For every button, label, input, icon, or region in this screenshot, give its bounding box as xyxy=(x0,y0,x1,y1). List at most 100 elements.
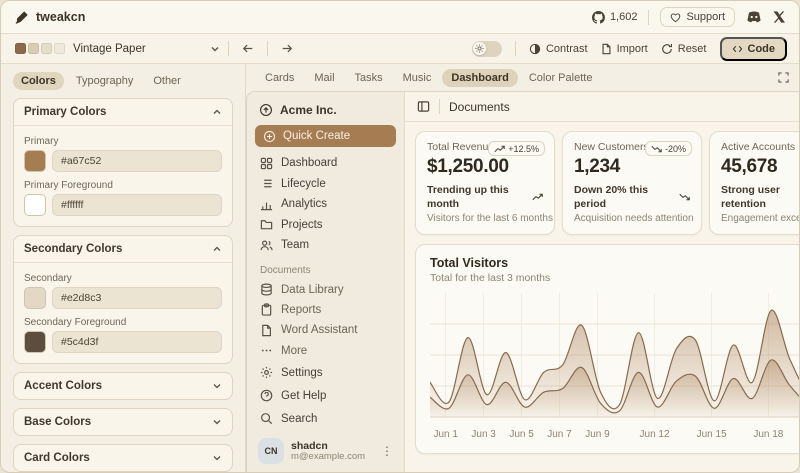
top-bar: tweakcn 1,602 Support xyxy=(1,1,799,34)
discord-icon[interactable] xyxy=(746,11,762,23)
tab-tasks[interactable]: Tasks xyxy=(346,69,392,87)
section-accent-colors: Accent Colors xyxy=(13,372,233,400)
github-stars[interactable]: 1,602 xyxy=(592,11,638,24)
svg-text:Jun 18: Jun 18 xyxy=(753,429,783,440)
sidebar-item-settings[interactable]: Settings xyxy=(255,361,396,384)
tab-mail[interactable]: Mail xyxy=(305,69,343,87)
import-button[interactable]: Import xyxy=(601,43,648,55)
chart-title: Total Visitors xyxy=(430,256,799,270)
color-swatch[interactable] xyxy=(24,287,46,309)
svg-text:Jun 3: Jun 3 xyxy=(471,429,496,440)
undo-arrow-button[interactable] xyxy=(237,39,259,59)
support-button[interactable]: Support xyxy=(660,7,735,27)
section-header[interactable]: Card Colors xyxy=(14,445,232,471)
divider xyxy=(439,99,440,114)
reset-button[interactable]: Reset xyxy=(661,43,707,55)
kebab-menu-icon[interactable]: ⋮ xyxy=(381,444,393,458)
section-header[interactable]: Base Colors xyxy=(14,409,232,435)
theme-selector[interactable]: Vintage Paper xyxy=(73,43,146,55)
total-visitors-card: Total Visitors Total for the last 3 mont… xyxy=(415,244,799,454)
stat-value: $1,250.00 xyxy=(427,156,543,178)
chevron-down-icon xyxy=(212,417,222,427)
stat-card-total-revenue: Total Revenue +12.5% $1,250.00 Trending … xyxy=(415,131,555,235)
tab-cards[interactable]: Cards xyxy=(256,69,303,87)
redo-arrow-button[interactable] xyxy=(276,39,298,59)
color-hex-input[interactable] xyxy=(52,287,222,309)
sidebar-item-reports[interactable]: Reports xyxy=(255,300,396,320)
color-hex-input[interactable] xyxy=(52,194,222,216)
sidebar-item-get-help[interactable]: Get Help xyxy=(255,384,396,407)
chart-subtitle: Total for the last 3 months xyxy=(430,272,799,284)
field-label: Primary xyxy=(24,136,222,147)
github-star-count: 1,602 xyxy=(610,11,638,23)
documents-section-label: Documents xyxy=(255,265,396,276)
tab-other[interactable]: Other xyxy=(145,72,189,90)
app-title: tweakcn xyxy=(36,10,85,24)
color-swatch[interactable] xyxy=(24,194,46,216)
code-icon xyxy=(732,44,743,54)
divider xyxy=(228,41,229,56)
contrast-icon xyxy=(529,43,541,55)
sidebar-item-lifecycle[interactable]: Lifecycle xyxy=(255,174,396,194)
svg-text:Jun 12: Jun 12 xyxy=(640,429,670,440)
clipboard-icon xyxy=(260,303,273,316)
sidebar-item-projects[interactable]: Projects xyxy=(255,214,396,234)
contrast-button[interactable]: Contrast xyxy=(529,43,588,55)
ellipsis-icon xyxy=(260,344,273,357)
help-circle-icon xyxy=(260,389,273,402)
user-email: m@example.com xyxy=(291,452,374,463)
brand[interactable]: tweakcn xyxy=(15,10,85,24)
sidebar-item-data-library[interactable]: Data Library xyxy=(255,279,396,299)
tab-colors[interactable]: Colors xyxy=(13,72,64,90)
tab-color-palette[interactable]: Color Palette xyxy=(520,69,602,87)
section-header[interactable]: Primary Colors xyxy=(14,99,232,125)
section-secondary-colors: Secondary Colors Secondary Secondary For… xyxy=(13,235,233,364)
folder-icon xyxy=(260,218,273,231)
database-icon xyxy=(260,283,273,296)
section-header[interactable]: Secondary Colors xyxy=(14,236,232,262)
field-label: Primary Foreground xyxy=(24,180,222,191)
chevron-down-icon[interactable] xyxy=(210,44,220,54)
code-button[interactable]: Code xyxy=(720,37,788,61)
user-menu[interactable]: CN shadcn m@example.com ⋮ xyxy=(255,434,396,464)
tab-music[interactable]: Music xyxy=(394,69,441,87)
svg-text:Jun 15: Jun 15 xyxy=(697,429,727,440)
editor-tabs: Colors Typography Other xyxy=(13,72,233,90)
trend-badge: -20% xyxy=(645,141,692,156)
section-header[interactable]: Accent Colors xyxy=(14,373,232,399)
fullscreen-icon[interactable] xyxy=(778,72,789,83)
section-card-colors: Card Colors xyxy=(13,444,233,472)
field-label: Secondary xyxy=(24,273,222,284)
color-hex-input[interactable] xyxy=(52,150,222,172)
arrow-up-circle-icon xyxy=(259,103,273,117)
theme-swatch-2 xyxy=(28,43,39,54)
tab-typography[interactable]: Typography xyxy=(68,72,141,90)
github-icon xyxy=(592,11,605,24)
total-visitors-chart[interactable]: Jun 1Jun 3Jun 5Jun 7Jun 9Jun 12Jun 15Jun… xyxy=(430,293,799,443)
org-switcher[interactable]: Acme Inc. xyxy=(255,101,396,125)
color-hex-input[interactable] xyxy=(52,331,222,353)
chevron-down-icon xyxy=(212,453,222,463)
svg-text:Jun 5: Jun 5 xyxy=(509,429,534,440)
light-dark-toggle[interactable] xyxy=(472,41,502,57)
chevron-up-icon xyxy=(212,244,222,254)
color-swatch[interactable] xyxy=(24,331,46,353)
x-twitter-icon[interactable] xyxy=(773,11,785,23)
sidebar-item-team[interactable]: Team xyxy=(255,235,396,255)
sidebar-toggle-icon[interactable] xyxy=(417,100,430,113)
file-import-icon xyxy=(601,43,612,55)
trend-badge: +12.5% xyxy=(488,141,545,156)
tweakcn-logo-icon xyxy=(15,10,29,24)
section-base-colors: Base Colors xyxy=(13,408,233,436)
sidebar-item-dashboard[interactable]: Dashboard xyxy=(255,153,396,173)
heart-icon xyxy=(670,12,681,23)
sidebar-item-search[interactable]: Search xyxy=(255,407,396,430)
sidebar-item-analytics[interactable]: Analytics xyxy=(255,194,396,214)
sidebar-item-word-assistant[interactable]: Word Assistant xyxy=(255,320,396,340)
color-swatch[interactable] xyxy=(24,150,46,172)
preview-area: Cards Mail Tasks Music Dashboard Color P… xyxy=(246,64,799,472)
section-primary-colors: Primary Colors Primary Primary Foregroun… xyxy=(13,98,233,227)
quick-create-button[interactable]: Quick Create xyxy=(255,125,396,147)
sidebar-item-more[interactable]: More xyxy=(255,341,396,361)
tab-dashboard[interactable]: Dashboard xyxy=(442,69,517,87)
